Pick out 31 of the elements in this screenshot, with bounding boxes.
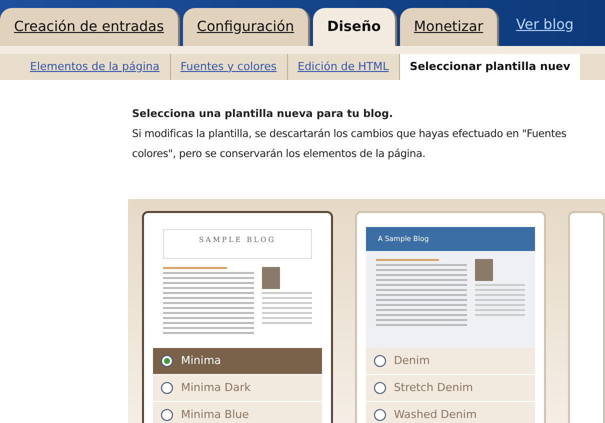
radio-button[interactable] [161,409,173,421]
radio-button[interactable] [374,355,386,367]
radio-button[interactable] [161,382,173,394]
option-label: Stretch Denim [394,380,473,396]
template-option[interactable]: Washed Denim [366,402,535,423]
tab[interactable]: Monetizar [400,8,500,46]
view-blog-link[interactable]: Ver blog [516,15,574,36]
tab[interactable]: Diseño [313,8,397,46]
intro-note-line: Si modificas la plantilla, se descartarán los cambios que hayas efectuado en "Fuentes [132,127,566,142]
template-option[interactable]: Denim [366,348,535,374]
option-label: Denim [394,352,430,369]
radio-button[interactable] [374,409,386,421]
radio-button[interactable] [374,382,386,394]
radio-button[interactable] [161,355,173,367]
subtab[interactable]: Elementos de la página [20,54,171,80]
tab[interactable]: Configuración [182,8,310,46]
profile-photo-placeholder [262,267,280,289]
template-option[interactable]: Minima Blue [153,402,322,423]
intro-note-line: colores", pero se conservarán los elementos de la página. [132,147,426,162]
option-label: Minima Blue [181,406,249,423]
subtab[interactable]: Seleccionar plantilla nuev [400,54,580,80]
option-label: Washed Denim [394,406,477,423]
option-label: Minima [181,352,222,369]
template-option[interactable]: Minima Dark [153,375,322,401]
tab[interactable]: Creación de entradas [0,8,180,46]
template-option[interactable]: Stretch Denim [366,375,535,401]
option-label: Minima Dark [181,380,251,396]
profile-photo-placeholder [474,259,493,281]
template-option[interactable]: Minima [153,348,322,374]
subtab[interactable]: Fuentes y colores [170,54,288,80]
intro-heading: Selecciona una plantilla nueva para tu blog. [132,107,393,122]
